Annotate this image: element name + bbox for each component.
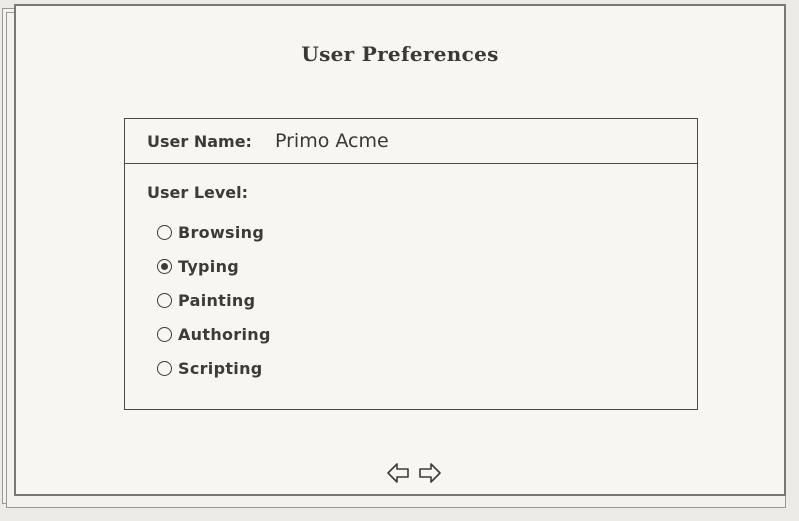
radio-scripting[interactable]: Scripting <box>157 351 271 385</box>
user-name-row: User Name: <box>125 119 697 164</box>
left-arrow-icon[interactable] <box>386 462 410 484</box>
radio-button-icon[interactable] <box>157 224 172 240</box>
user-name-label: User Name: <box>147 132 252 151</box>
radio-authoring[interactable]: Authoring <box>157 317 271 351</box>
radio-button-icon[interactable] <box>157 292 172 308</box>
user-level-label: User Level: <box>147 183 249 202</box>
radio-button-selected-icon[interactable] <box>157 258 172 274</box>
user-level-radio-group: Browsing Typing Painting Authoring Scrip… <box>157 215 271 385</box>
preferences-card: User Preferences User Name: User Level: … <box>14 4 786 496</box>
radio-label: Authoring <box>178 324 271 344</box>
radio-button-icon[interactable] <box>157 326 172 342</box>
radio-label: Painting <box>178 290 256 310</box>
radio-dot <box>161 262 168 270</box>
radio-label: Browsing <box>178 222 265 242</box>
radio-painting[interactable]: Painting <box>157 283 271 317</box>
radio-browsing[interactable]: Browsing <box>157 215 271 249</box>
user-name-field[interactable] <box>275 127 575 155</box>
radio-label: Typing <box>178 256 240 276</box>
right-arrow-icon[interactable] <box>418 462 442 484</box>
preferences-panel: User Name: User Level: Browsing Typing P… <box>124 118 698 410</box>
dialog-title: User Preferences <box>301 42 499 66</box>
radio-button-icon[interactable] <box>157 360 172 376</box>
radio-label: Scripting <box>178 358 263 378</box>
card-navigation <box>386 462 442 484</box>
radio-typing[interactable]: Typing <box>157 249 271 283</box>
